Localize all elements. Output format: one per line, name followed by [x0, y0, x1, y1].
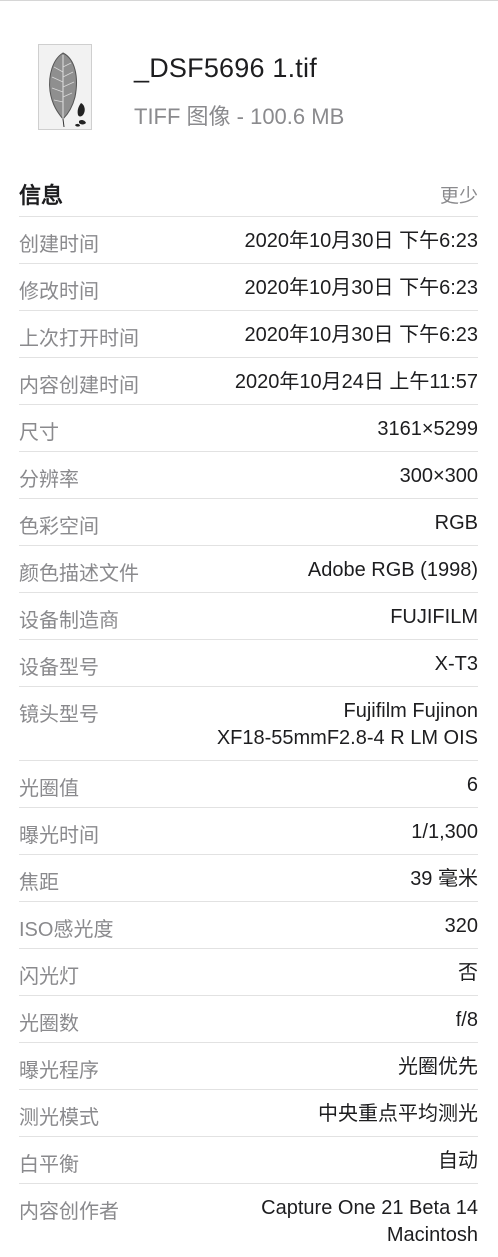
info-row-f-number: 光圈数 f/8: [19, 995, 478, 1042]
info-section-title: 信息: [19, 183, 64, 208]
info-row-color-space: 色彩空间 RGB: [19, 498, 478, 545]
row-value-text: 39 毫米: [410, 868, 478, 890]
row-label: 内容创作者: [19, 1201, 119, 1223]
info-row-last-opened: 上次打开时间 2020年10月30日 下午6:23: [19, 310, 478, 357]
row-value-text: 3161×5299: [377, 418, 478, 440]
info-row-device-make: 设备制造商 FUJIFILM: [19, 592, 478, 639]
row-value-text: 否: [458, 962, 478, 984]
row-value: 300×300: [19, 452, 478, 498]
row-value: 自动: [19, 1137, 478, 1183]
row-label: 曝光程序: [19, 1060, 99, 1082]
row-value: 3161×5299: [19, 405, 478, 451]
row-label: 设备制造商: [19, 610, 119, 632]
row-label: 内容创建时间: [19, 375, 139, 397]
info-row-focal-length: 焦距 39 毫米: [19, 854, 478, 901]
row-value-text-line2: XF18-55mmF2.8-4 R LM OIS: [216, 727, 478, 749]
info-row-lens-model: 镜头型号 Fujifilm Fujinon XF18-55mmF2.8-4 R …: [19, 686, 478, 760]
info-row-resolution: 分辨率 300×300: [19, 451, 478, 498]
row-value-text: 6: [466, 774, 478, 796]
info-row-dimensions: 尺寸 3161×5299: [19, 404, 478, 451]
info-row-exposure-time: 曝光时间 1/1,300: [19, 807, 478, 854]
info-row-device-model: 设备型号 X-T3: [19, 639, 478, 686]
info-row-content-created: 内容创建时间 2020年10月24日 上午11:57: [19, 357, 478, 404]
file-kind-size: TIFF 图像 - 100.6 MB: [134, 104, 345, 129]
file-name: _DSF5696 1.tif: [134, 53, 317, 83]
info-section-header: 信息 更少: [0, 168, 498, 216]
info-row-white-balance: 白平衡 自动: [19, 1136, 478, 1183]
row-label: 焦距: [19, 872, 59, 894]
info-row-color-profile: 颜色描述文件 Adobe RGB (1998): [19, 545, 478, 592]
show-less-button[interactable]: 更少: [440, 181, 478, 208]
row-value: 否: [19, 949, 478, 995]
info-row-aperture-value: 光圈值 6: [19, 760, 478, 807]
row-label: 分辨率: [19, 469, 79, 491]
row-label: 设备型号: [19, 657, 99, 679]
row-value: 6: [19, 761, 478, 807]
row-label: 修改时间: [19, 281, 99, 303]
info-row-created: 创建时间 2020年10月30日 下午6:23: [19, 216, 478, 263]
row-label: 创建时间: [19, 234, 99, 256]
row-value: f/8: [19, 996, 478, 1042]
row-label: 色彩空间: [19, 516, 99, 538]
row-label: 闪光灯: [19, 966, 79, 988]
row-label: 上次打开时间: [19, 328, 139, 350]
info-row-content-creator: 内容创作者 Capture One 21 Beta 14 Macintosh: [19, 1183, 478, 1257]
row-value-text: 300×300: [399, 465, 478, 487]
row-value: 39 毫米: [19, 855, 478, 901]
info-row-exposure-program: 曝光程序 光圈优先: [19, 1042, 478, 1089]
row-label: 镜头型号: [19, 704, 99, 726]
row-label: 曝光时间: [19, 825, 99, 847]
row-label: 颜色描述文件: [19, 563, 139, 585]
info-row-iso: ISO感光度 320: [19, 901, 478, 948]
row-value-text-line2: Macintosh: [386, 1224, 478, 1246]
row-value-text: 自动: [438, 1150, 478, 1172]
row-label: 光圈值: [19, 778, 79, 800]
info-section: 信息 更少 创建时间 2020年10月30日 下午6:23 修改时间 2020年…: [0, 168, 498, 1257]
row-label: 光圈数: [19, 1013, 79, 1035]
row-value-text: f/8: [455, 1009, 478, 1031]
file-header: _DSF5696 1.tif TIFF 图像 - 100.6 MB: [0, 0, 498, 150]
row-label: 尺寸: [19, 422, 59, 444]
row-label: ISO感光度: [19, 919, 114, 941]
file-thumbnail-icon: [38, 44, 92, 130]
info-row-metering-mode: 测光模式 中央重点平均测光: [19, 1089, 478, 1136]
info-row-modified: 修改时间 2020年10月30日 下午6:23: [19, 263, 478, 310]
info-row-flash: 闪光灯 否: [19, 948, 478, 995]
row-label: 白平衡: [19, 1154, 79, 1176]
row-label: 测光模式: [19, 1107, 99, 1129]
